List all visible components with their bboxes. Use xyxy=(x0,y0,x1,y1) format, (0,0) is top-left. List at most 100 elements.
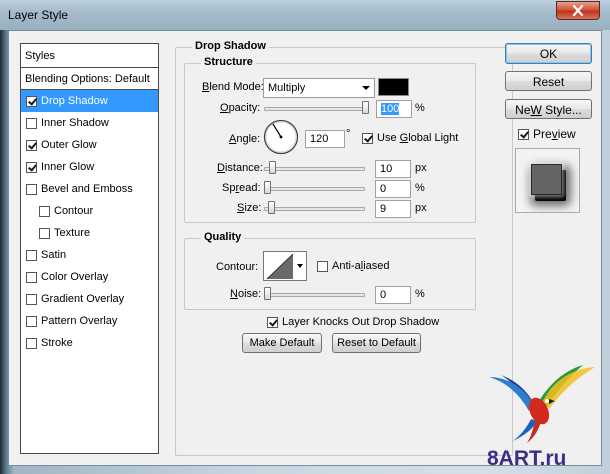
chevron-down-icon xyxy=(362,86,370,90)
style-item-label: Color Overlay xyxy=(41,271,109,283)
distance-input[interactable]: 10 xyxy=(375,160,411,178)
use-global-light-checkbox[interactable]: Use Global Light xyxy=(362,132,458,144)
style-item-texture[interactable]: Texture xyxy=(21,222,158,244)
layer-knocks-out-checkbox[interactable]: Layer Knocks Out Drop Shadow xyxy=(267,316,439,328)
style-item-label: Inner Glow xyxy=(41,161,95,173)
size-slider-thumb[interactable] xyxy=(267,201,275,214)
parrot-logo-icon xyxy=(489,365,595,443)
anti-aliased-checkbox[interactable]: Anti-aliased xyxy=(317,260,390,272)
style-item-pattern-overlay[interactable]: Pattern Overlay xyxy=(21,310,158,332)
style-item-gradient-overlay[interactable]: Gradient Overlay xyxy=(21,288,158,310)
close-icon xyxy=(572,5,584,16)
drop-shadow-title: Drop Shadow xyxy=(192,40,269,52)
blend-mode-select[interactable]: Multiply xyxy=(263,78,375,98)
style-item-checkbox[interactable] xyxy=(26,315,37,327)
title-bar[interactable]: Layer Style xyxy=(0,0,610,30)
noise-slider-thumb[interactable] xyxy=(264,287,271,300)
style-item-checkbox[interactable] xyxy=(39,227,50,239)
style-item-checkbox[interactable] xyxy=(39,205,50,217)
opacity-slider[interactable] xyxy=(264,107,369,111)
spread-slider-thumb[interactable] xyxy=(264,181,271,194)
preview-swatch xyxy=(531,164,562,195)
preview-check[interactable] xyxy=(518,128,529,140)
new-style-button[interactable]: NeW Style... xyxy=(505,99,592,119)
size-unit: px xyxy=(415,202,427,214)
style-item-stroke[interactable]: Stroke xyxy=(21,332,158,354)
blend-mode-value: Multiply xyxy=(268,82,306,94)
size-input[interactable]: 9 xyxy=(375,200,411,218)
style-item-label: Texture xyxy=(54,227,91,239)
styles-header: Styles xyxy=(21,44,158,68)
style-item-label: Contour xyxy=(54,205,94,217)
angle-unit: ° xyxy=(346,128,351,140)
style-item-checkbox[interactable] xyxy=(26,293,37,305)
distance-label: Distance: xyxy=(217,162,263,174)
noise-slider[interactable] xyxy=(264,293,365,297)
styles-list: Styles Blending Options: Default Drop Sh… xyxy=(20,43,159,454)
style-item-label: Stroke xyxy=(41,337,73,349)
angle-input[interactable]: 120 xyxy=(305,130,345,148)
noise-input[interactable]: 0 xyxy=(375,286,411,304)
opacity-label: Opacity: xyxy=(220,102,261,114)
contour-label: Contour: xyxy=(216,261,259,273)
distance-slider[interactable] xyxy=(264,167,365,171)
size-slider[interactable] xyxy=(264,207,365,211)
use-global-light-check[interactable] xyxy=(362,132,373,144)
opacity-slider-thumb[interactable] xyxy=(362,101,369,114)
quality-title: Quality xyxy=(201,231,245,243)
blend-mode-label: Blend Mode: xyxy=(202,81,264,93)
distance-unit: px xyxy=(415,162,427,174)
style-item-label: Gradient Overlay xyxy=(41,293,125,305)
distance-slider-thumb[interactable] xyxy=(268,161,276,174)
preview-checkbox[interactable]: Preview xyxy=(518,127,576,141)
style-item-checkbox[interactable] xyxy=(26,139,37,151)
style-item-checkbox[interactable] xyxy=(26,95,37,107)
noise-unit: % xyxy=(415,288,425,300)
style-item-label: Bevel and Emboss xyxy=(41,183,133,195)
style-item-color-overlay[interactable]: Color Overlay xyxy=(21,266,158,288)
style-item-checkbox[interactable] xyxy=(26,117,37,129)
blending-options-item[interactable]: Blending Options: Default xyxy=(21,68,158,90)
style-item-inner-shadow[interactable]: Inner Shadow xyxy=(21,112,158,134)
style-item-checkbox[interactable] xyxy=(26,337,37,349)
style-item-satin[interactable]: Satin xyxy=(21,244,158,266)
reset-to-default-button[interactable]: Reset to Default xyxy=(332,333,421,353)
anti-aliased-check[interactable] xyxy=(317,260,328,272)
preview-label: Preview xyxy=(533,127,576,141)
chevron-down-icon xyxy=(297,264,303,268)
opacity-unit: % xyxy=(415,102,425,114)
style-item-label: Pattern Overlay xyxy=(41,315,118,327)
spread-input[interactable]: 0 xyxy=(375,180,411,198)
style-item-bevel-and-emboss[interactable]: Bevel and Emboss xyxy=(21,178,158,200)
size-label: Size: xyxy=(237,202,262,214)
layer-knocks-out-label: Layer Knocks Out Drop Shadow xyxy=(282,316,440,328)
style-item-checkbox[interactable] xyxy=(26,249,37,261)
style-item-checkbox[interactable] xyxy=(26,271,37,283)
angle-dial[interactable] xyxy=(263,119,299,155)
layer-knocks-out-check[interactable] xyxy=(267,316,278,328)
spread-slider[interactable] xyxy=(264,187,365,191)
style-item-checkbox[interactable] xyxy=(26,183,37,195)
use-global-light-label: Use Global Light xyxy=(377,132,459,144)
noise-label: Noise: xyxy=(230,288,262,300)
shadow-color-swatch[interactable] xyxy=(378,78,409,96)
make-default-button[interactable]: Make Default xyxy=(242,333,322,353)
style-item-contour[interactable]: Contour xyxy=(21,200,158,222)
spread-unit: % xyxy=(415,182,425,194)
style-item-inner-glow[interactable]: Inner Glow xyxy=(21,156,158,178)
angle-label: Angle: xyxy=(229,133,261,145)
contour-picker[interactable] xyxy=(263,251,307,281)
close-button[interactable] xyxy=(556,1,600,20)
structure-title: Structure xyxy=(201,56,256,68)
style-item-drop-shadow[interactable]: Drop Shadow xyxy=(21,90,158,112)
ok-button[interactable]: OK xyxy=(505,43,592,64)
window-title: Layer Style xyxy=(8,8,69,22)
style-item-label: Satin xyxy=(41,249,67,261)
contour-curve-icon xyxy=(266,253,294,280)
style-item-outer-glow[interactable]: Outer Glow xyxy=(21,134,158,156)
watermark-text: 8ART.ru xyxy=(487,447,567,470)
reset-button[interactable]: Reset xyxy=(505,71,592,91)
style-item-checkbox[interactable] xyxy=(26,161,37,173)
style-item-label: Inner Shadow xyxy=(41,117,109,129)
opacity-input[interactable]: 100 xyxy=(376,100,412,118)
